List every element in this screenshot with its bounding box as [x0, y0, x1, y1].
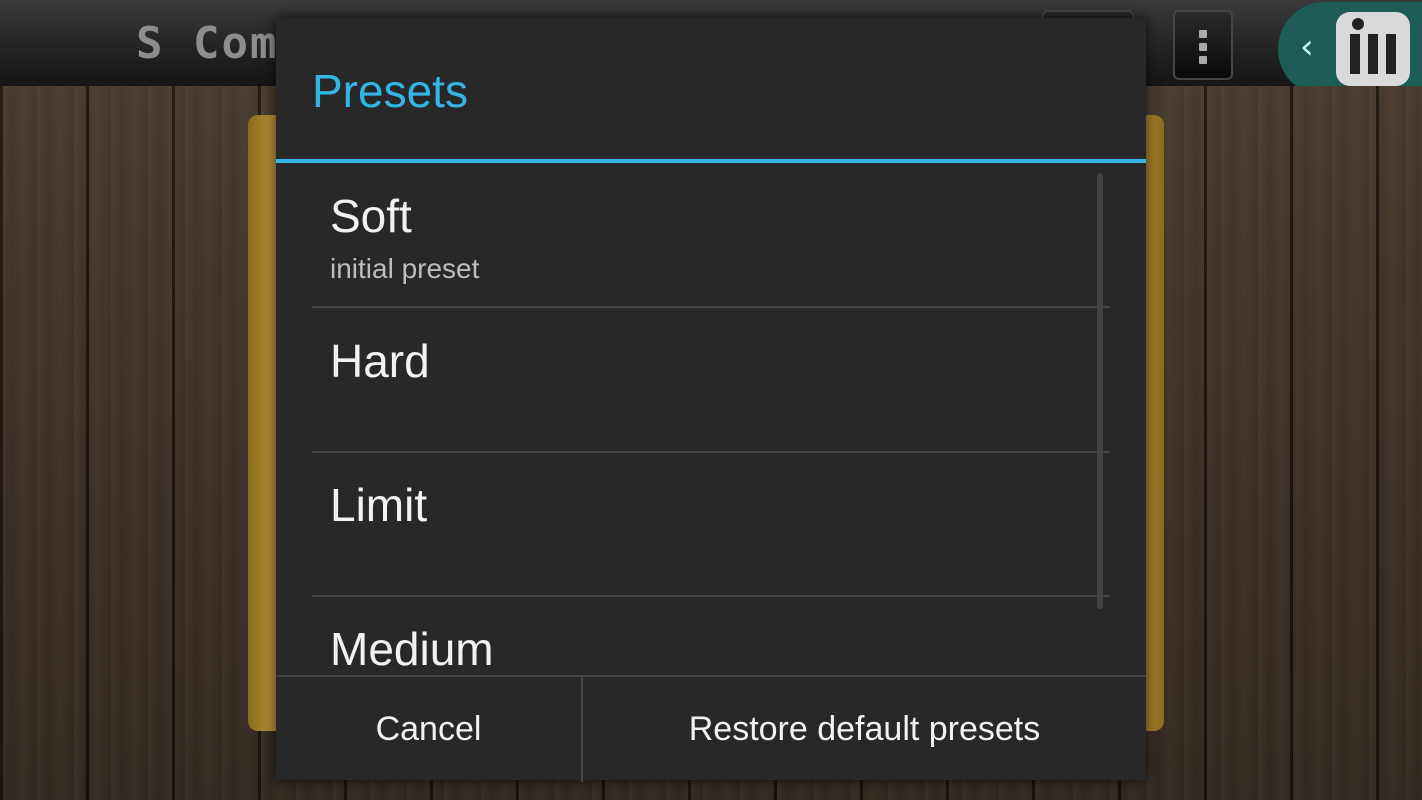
overflow-menu-button[interactable]	[1173, 10, 1233, 80]
preset-item-medium[interactable]: Medium	[312, 596, 1110, 675]
piano-keys-icon	[1336, 12, 1410, 86]
preset-title: Medium	[330, 623, 494, 675]
preset-title: Limit	[330, 479, 428, 531]
dialog-title: Presets	[312, 65, 468, 117]
preset-item-soft[interactable]: Soft initial preset	[312, 163, 1110, 308]
cancel-button[interactable]: Cancel	[276, 677, 583, 782]
dialog-button-bar: Cancel Restore default presets	[276, 675, 1146, 782]
presets-list[interactable]: Soft initial preset Hard Limit Medium	[276, 163, 1146, 675]
side-panel-tab[interactable]: ‹	[1278, 2, 1422, 96]
preset-item-limit[interactable]: Limit	[312, 452, 1110, 597]
restore-default-presets-button[interactable]: Restore default presets	[583, 677, 1146, 782]
preset-summary: initial preset	[330, 253, 480, 284]
preset-item-hard[interactable]: Hard	[312, 308, 1110, 453]
app-title: S Com	[136, 18, 279, 69]
list-scrollbar[interactable]	[1097, 173, 1103, 609]
chevron-left-icon: ‹	[1300, 27, 1314, 67]
preset-title: Hard	[330, 335, 430, 387]
presets-dialog: Presets Soft initial preset Hard Limit M…	[276, 18, 1146, 782]
preset-title: Soft	[330, 190, 412, 242]
